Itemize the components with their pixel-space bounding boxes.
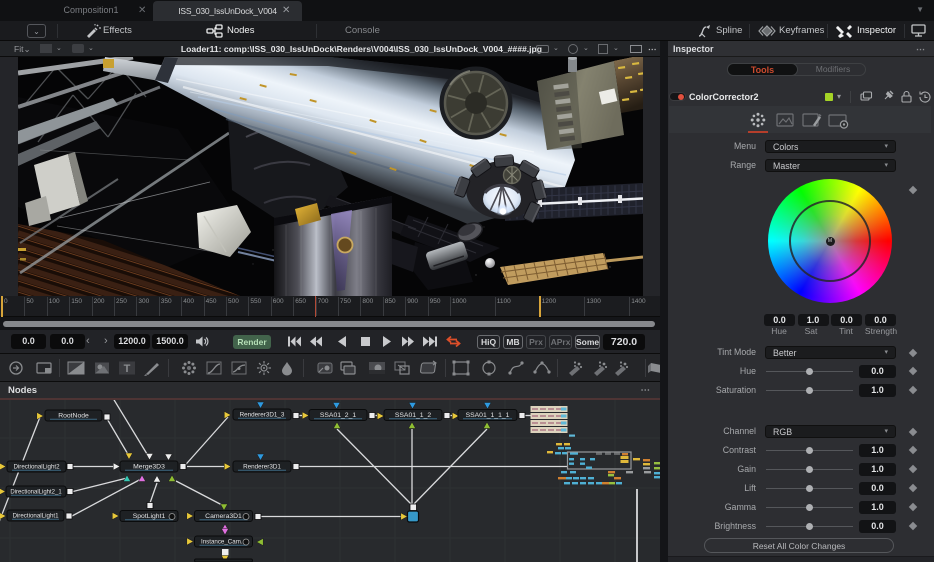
svg-text:SSA01_1_2: SSA01_1_2 <box>395 412 432 419</box>
svg-text:Renderer3D1: Renderer3D1 <box>243 464 281 471</box>
svg-text:DirectionalLight1: DirectionalLight1 <box>12 513 59 520</box>
svg-text:SSA01_2_1: SSA01_2_1 <box>320 412 357 419</box>
svg-text:Merge3D3: Merge3D3 <box>133 464 165 471</box>
svg-text:Camera3D1: Camera3D1 <box>205 513 242 520</box>
svg-text:SpotLight1: SpotLight1 <box>133 513 166 520</box>
svg-text:Renderer3D1_3: Renderer3D1_3 <box>240 412 285 419</box>
svg-text:SSA01_1_1_1: SSA01_1_1_1 <box>466 412 510 419</box>
svg-text:DirectionalLight2_1: DirectionalLight2_1 <box>10 490 62 496</box>
svg-text:RootNode: RootNode <box>58 413 89 420</box>
svg-text:DirectionalLight2: DirectionalLight2 <box>13 464 60 471</box>
svg-text:T: T <box>124 363 131 375</box>
svg-text:Instance_Cam...: Instance_Cam... <box>201 539 246 546</box>
